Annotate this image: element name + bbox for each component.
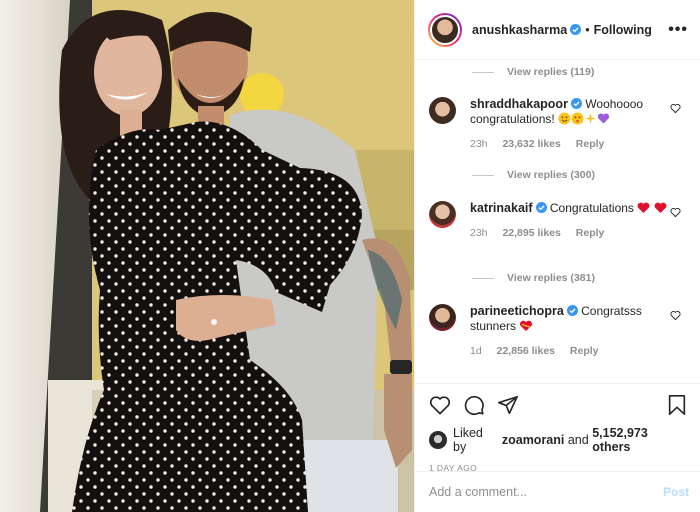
comment-likes[interactable]: 23,632 likes: [502, 138, 560, 150]
post-header: anushkasharma • Following •••: [415, 0, 700, 60]
author-username[interactable]: anushkasharma: [472, 23, 567, 37]
avatar[interactable]: [429, 431, 447, 449]
comment-age[interactable]: 1d: [470, 345, 482, 357]
view-replies-button[interactable]: View replies (300): [472, 169, 595, 181]
liked-by-count[interactable]: 5,152,973 others: [592, 426, 687, 454]
comment-age[interactable]: 23h: [470, 227, 488, 239]
replies-line: [472, 277, 494, 279]
comment-icon[interactable]: [463, 394, 485, 416]
post-photo[interactable]: [0, 0, 414, 512]
kiss-emoji: [571, 112, 584, 129]
red-heart-emoji: [654, 202, 667, 218]
reply-button[interactable]: Reply: [570, 345, 599, 357]
comment-item: katrinakaif Congratulations 23h 22,895 l…: [415, 201, 700, 241]
replies-line: [472, 71, 494, 73]
view-replies-label: View replies (119): [507, 66, 595, 78]
more-horizontal-icon[interactable]: •••: [668, 21, 688, 39]
verified-badge-icon: [570, 98, 582, 109]
sparkles-emoji: [584, 112, 597, 129]
replies-line: [472, 174, 494, 176]
comment-age[interactable]: 23h: [470, 138, 488, 150]
heart-eyes-emoji: [519, 320, 533, 336]
comments-list: View replies (119) shraddhakapoor Woohoo…: [415, 61, 700, 383]
liked-by-prefix: Liked by: [453, 426, 483, 454]
view-replies-button[interactable]: View replies (381): [472, 272, 595, 284]
smile-emoji: [558, 112, 571, 129]
heart-outline-icon[interactable]: [429, 395, 451, 415]
comment-body: katrinakaif Congratulations 23h 22,895 l…: [470, 201, 675, 241]
add-comment-bar: Post: [415, 471, 700, 512]
comment-likes[interactable]: 22,856 likes: [497, 345, 555, 357]
comment-meta: 23h 22,895 likes Reply: [470, 226, 675, 241]
bookmark-icon[interactable]: [667, 394, 687, 416]
comment-username[interactable]: parineetichopra: [470, 304, 564, 318]
comment-username[interactable]: shraddhakapoor: [470, 97, 568, 111]
post-actions: Liked by zoamorani and 5,152,973 others …: [415, 383, 700, 473]
liked-by-middle: and: [567, 433, 589, 447]
post-button[interactable]: Post: [663, 485, 689, 499]
share-icon[interactable]: [497, 394, 519, 416]
following-button[interactable]: Following: [594, 23, 652, 37]
verified-badge-icon: [535, 202, 547, 213]
action-icons-row: [429, 384, 687, 426]
comment-meta: 1d 22,856 likes Reply: [470, 344, 675, 359]
heart-outline-icon[interactable]: [670, 310, 681, 321]
comment-item: shraddhakapoor Woohoooo congratulations!…: [415, 97, 700, 152]
avatar[interactable]: [429, 304, 456, 331]
avatar[interactable]: [430, 14, 460, 45]
comment-likes[interactable]: 22,895 likes: [502, 227, 560, 239]
separator-dot: •: [585, 22, 590, 37]
comment-input[interactable]: [429, 485, 663, 499]
comment-text: Congratulations: [549, 201, 634, 215]
post-sidebar: anushkasharma • Following ••• View repli…: [414, 0, 700, 512]
comment-item: parineetichopra Congratsss stunners 1d 2…: [415, 304, 700, 359]
view-replies-button[interactable]: View replies (119): [472, 66, 594, 78]
author-avatar-ring[interactable]: [428, 12, 462, 47]
verified-badge-icon: [570, 24, 582, 35]
heart-outline-icon[interactable]: [670, 103, 681, 114]
red-heart-emoji: [637, 202, 650, 218]
verified-badge-icon: [566, 305, 578, 316]
avatar[interactable]: [429, 201, 456, 228]
comment-username[interactable]: katrinakaif: [470, 201, 533, 215]
comment-body: parineetichopra Congratsss stunners 1d 2…: [470, 304, 675, 359]
heart-outline-icon[interactable]: [670, 207, 681, 218]
view-replies-label: View replies (300): [507, 169, 595, 181]
view-replies-label: View replies (381): [507, 272, 595, 284]
liked-by-user[interactable]: zoamorani: [502, 433, 565, 447]
reply-button[interactable]: Reply: [576, 138, 605, 150]
avatar[interactable]: [429, 97, 456, 124]
reply-button[interactable]: Reply: [576, 227, 605, 239]
couple-photo-illustration: [0, 0, 414, 512]
comment-body: shraddhakapoor Woohoooo congratulations!…: [470, 97, 675, 152]
purple-heart-emoji: [597, 112, 610, 129]
comment-meta: 23h 23,632 likes Reply: [470, 137, 675, 152]
author-info: anushkasharma • Following: [472, 23, 652, 37]
liked-by: Liked by zoamorani and 5,152,973 others: [429, 426, 687, 454]
